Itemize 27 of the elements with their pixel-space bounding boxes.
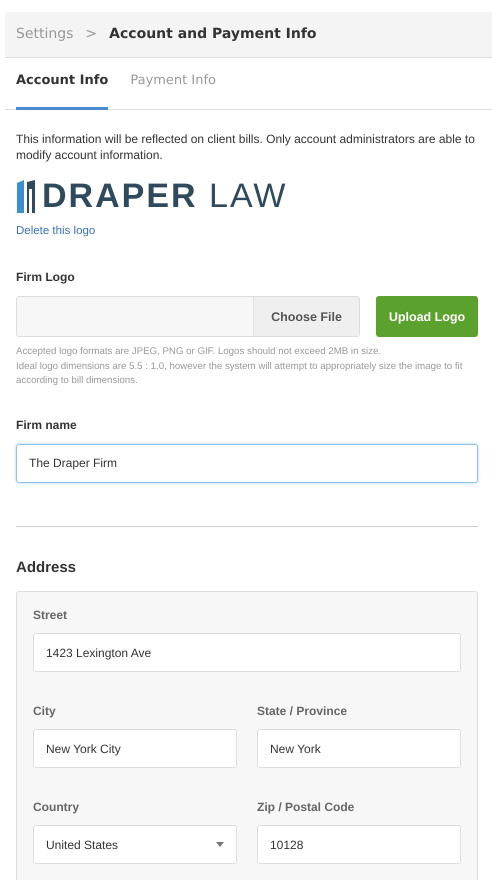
breadcrumb-separator: > [85, 25, 98, 44]
breadcrumb-current: Account and Payment Info [109, 25, 317, 44]
field-label: Zip / Postal Code [257, 799, 356, 816]
field-label: Firm name [16, 416, 78, 434]
firm-name-field[interactable]: The Draper Firm [16, 444, 478, 483]
field-label: Street [33, 607, 68, 624]
field-label: Country [33, 799, 80, 816]
caret-icon [216, 842, 224, 848]
help-text: Ideal logo dimensions are 5.5 : 1.0, however the system will attempt to appropriately size the image to fit according to bill dimensions. [16, 360, 464, 388]
input-field[interactable]: 1423 Lexington Ave [33, 633, 461, 672]
tab[interactable]: Account Info [16, 70, 108, 110]
help-text: Accepted logo formats are JPEG, PNG or GIF. Logos should not exceed 2MB in size. [16, 345, 382, 360]
field-label: Firm Logo [16, 269, 76, 286]
intro-text: This information will be reflected on client bills. Only account administrators are able to modify account information. [16, 132, 476, 164]
file-input[interactable]: Choose File [16, 296, 360, 338]
field-label: State / Province [257, 703, 348, 720]
logo-mark-icon [16, 179, 36, 214]
delete-logo-link[interactable]: Delete this logo [16, 223, 96, 240]
logo-text: DRAPER LAW [42, 179, 288, 214]
country-select[interactable]: United States [33, 825, 237, 864]
input-field[interactable]: New York City [33, 729, 237, 768]
field-label: City [33, 703, 57, 720]
input-field[interactable]: New York [257, 729, 461, 768]
choose-file-button[interactable]: Choose File [254, 297, 359, 336]
select-value: United States [46, 836, 118, 854]
input-field[interactable]: 10128 [257, 825, 461, 864]
section-title: Address [16, 558, 78, 578]
